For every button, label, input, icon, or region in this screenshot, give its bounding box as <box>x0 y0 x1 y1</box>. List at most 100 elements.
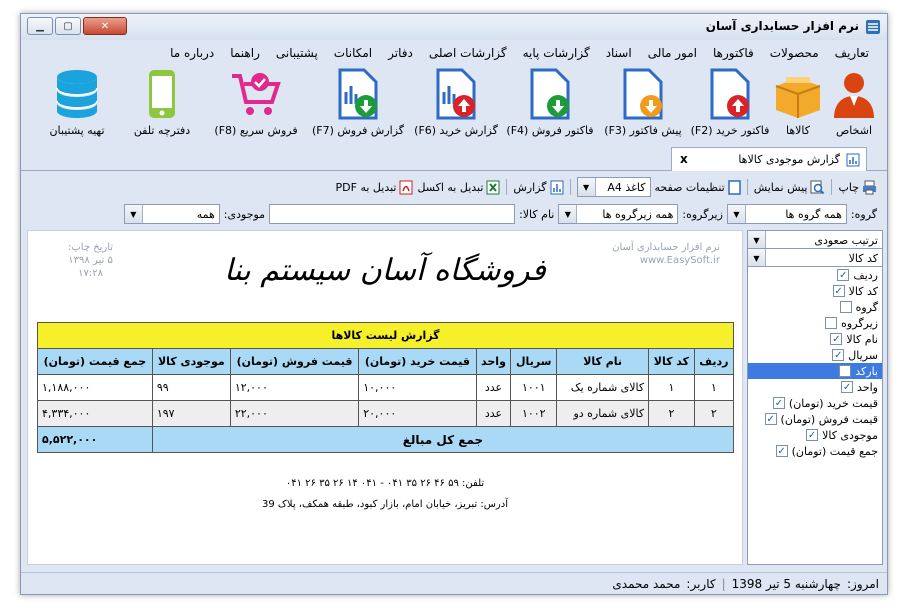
chevron-down-icon: ▼ <box>748 231 766 249</box>
sort-field-select[interactable]: کد کالا ▼ <box>747 248 883 268</box>
maximize-button[interactable]: ▢ <box>55 17 81 35</box>
checkbox[interactable]: ✓ <box>764 413 777 425</box>
column-option[interactable]: قیمت فروش (تومان) ✓ <box>748 411 882 427</box>
menu-documents[interactable]: اسناد <box>598 46 640 60</box>
page-settings-button[interactable]: تنظیمات صفحه <box>655 179 741 195</box>
chevron-down-icon: ▼ <box>748 249 766 267</box>
today-value: چهارشنبه 5 تیر 1398 <box>731 576 841 591</box>
page-icon <box>727 179 741 195</box>
column-option[interactable]: زیرگروه <box>748 315 882 331</box>
checkbox[interactable]: ✓ <box>830 333 843 345</box>
app-window: نرم افزار حسابداری آسان ▁ ▢ ✕ تعاریف محص… <box>20 13 888 595</box>
column-checklist: ردیف ✓ کد کالا ✓ گروه زیرگروه نام کالا ✓ سر… <box>747 266 883 565</box>
box-icon <box>775 77 821 118</box>
export-excel-button[interactable]: تبدیل به اکسل <box>417 180 500 195</box>
today-label: امروز: <box>846 576 879 591</box>
title-bar: نرم افزار حسابداری آسان ▁ ▢ ✕ <box>21 14 887 40</box>
tab-close-icon[interactable]: x <box>680 152 688 166</box>
subgroup-select[interactable]: همه زیرگروه ها ▼ <box>558 204 679 224</box>
menu-ledgers[interactable]: دفاتر <box>380 46 421 60</box>
preview-button[interactable]: پیش نمایش <box>754 180 826 195</box>
column-option[interactable]: گروه <box>748 299 882 315</box>
group-select[interactable]: همه گروه ها ▼ <box>726 204 847 224</box>
report-address: آدرس: تبریز، خیابان امام، بازار کبود، طب… <box>262 499 508 510</box>
table-row: ۲ ۲ کالای شماره دو ۱۰۰۲ عدد ۲۰,۰۰۰ ۲۲,۰۰… <box>37 400 735 427</box>
column-option[interactable]: واحد ✓ <box>748 379 882 395</box>
column-option[interactable]: کد کالا ✓ <box>748 283 882 299</box>
menu-finance[interactable]: امور مالی <box>640 46 705 60</box>
paper-size-select[interactable]: کاغذ A4 ▼ <box>576 177 651 197</box>
column-option[interactable]: موجودی کالا ✓ <box>748 427 882 443</box>
col-row: ردیف <box>693 348 735 375</box>
checkbox[interactable]: ✓ <box>775 445 788 457</box>
menu-basic-reports[interactable]: گزارشات پایه <box>515 46 598 60</box>
ribbon-sales-report-button[interactable]: گزارش فروش (F7) <box>312 64 404 144</box>
checkbox[interactable]: ✓ <box>832 285 845 297</box>
menu-support[interactable]: پشتیبانی <box>268 46 326 60</box>
chevron-down-icon: ▼ <box>577 178 596 196</box>
menu-definitions[interactable]: تعاریف <box>827 46 877 60</box>
report-phone: تلفن: ۵۹ ۴۶ ۲۶ ۳۵ ۰۴۱ - ۰۴۱ ۱۴ ۲۶ ۳۵ ۲۶ … <box>285 478 485 489</box>
column-option[interactable]: سریال ✓ <box>748 347 882 363</box>
chevron-down-icon: ▼ <box>727 205 746 223</box>
tab-stock-report[interactable]: گزارش موجودی کالاها x <box>671 147 867 171</box>
sort-order-select[interactable]: ترتیب صعودی ▼ <box>747 230 883 250</box>
tab-label: گزارش موجودی کالاها <box>738 153 840 166</box>
ribbon-proforma-button[interactable]: پیش فاکتور (F3) <box>603 64 683 144</box>
subgroup-label: زیرگروه: <box>682 207 723 221</box>
ribbon-persons-button[interactable]: اشخاص <box>829 64 879 144</box>
column-option[interactable]: نام کالا ✓ <box>748 331 882 347</box>
cart-icon <box>232 73 281 115</box>
ribbon-purchase-report-button[interactable]: گزارش خرید (F6) <box>414 64 498 144</box>
menu-help[interactable]: راهنما <box>222 46 268 60</box>
close-button[interactable]: ✕ <box>83 17 127 35</box>
stock-select[interactable]: همه ▼ <box>123 204 220 224</box>
menu-invoices[interactable]: فاکتورها <box>705 46 762 60</box>
checkbox[interactable] <box>839 365 852 377</box>
checkbox[interactable] <box>839 301 852 313</box>
checkbox[interactable]: ✓ <box>841 381 854 393</box>
window-title: نرم افزار حسابداری آسان <box>705 19 859 33</box>
table-caption: گزارش لیست کالاها <box>37 322 734 349</box>
menu-about[interactable]: درباره ما <box>162 46 222 60</box>
checkbox[interactable]: ✓ <box>832 349 845 361</box>
magnifier-icon <box>810 180 825 194</box>
ribbon-backup-button[interactable]: تهیه پشتیبان <box>39 64 115 144</box>
ribbon-phonebook-button[interactable]: دفترچه تلفن <box>125 64 199 144</box>
report-up-icon <box>436 68 476 120</box>
col-stock: موجودی کالا <box>151 348 231 375</box>
menu-main-reports[interactable]: گزارشات اصلی <box>421 46 515 60</box>
menu-products[interactable]: محصولات <box>762 46 827 60</box>
column-option[interactable]: ردیف ✓ <box>748 267 882 283</box>
ribbon-sales-invoice-button[interactable]: فاکتور فروش (F4) <box>506 64 594 144</box>
export-pdf-button[interactable]: تبدیل به PDF <box>336 180 414 195</box>
app-logo-icon <box>866 20 880 34</box>
minimize-button[interactable]: ▁ <box>27 17 53 35</box>
table-total-row: جمع کل مبالغ ۵,۵۲۲,۰۰۰ <box>37 426 735 453</box>
ribbon-goods-button[interactable]: کالاها <box>773 64 823 144</box>
column-option[interactable]: جمع قیمت (تومان) ✓ <box>748 443 882 459</box>
checkbox[interactable]: ✓ <box>772 397 785 409</box>
pdf-icon <box>399 180 413 194</box>
excel-icon <box>486 180 500 194</box>
report-down-icon <box>338 68 378 120</box>
menu-tools[interactable]: امکانات <box>326 46 380 60</box>
col-unit: واحد <box>475 348 512 375</box>
product-name-label: نام کالا: <box>519 207 555 221</box>
column-option[interactable]: قیمت خرید (تومان) ✓ <box>748 395 882 411</box>
product-name-input[interactable] <box>269 204 516 224</box>
ribbon-quick-sale-button[interactable]: فروش سریع (F8) <box>211 64 301 144</box>
ribbon-purchase-invoice-button[interactable]: فاکتور خرید (F2) <box>691 64 769 144</box>
checkbox[interactable] <box>825 317 838 329</box>
database-icon <box>56 70 98 118</box>
print-button[interactable]: چاپ <box>838 180 877 195</box>
column-option-selected[interactable]: بارکد <box>748 363 882 379</box>
group-label: گروه: <box>850 207 877 221</box>
checkbox[interactable]: ✓ <box>806 429 819 441</box>
report-icon <box>846 153 860 166</box>
report-preview: نرم افزار حسابداری آسان www.EasySoft.ir … <box>27 230 743 565</box>
checkbox[interactable]: ✓ <box>837 269 850 281</box>
status-bar: امروز: چهارشنبه 5 تیر 1398 | کاربر: محمد… <box>21 572 887 594</box>
report-button[interactable]: گزارش <box>513 180 564 195</box>
table-row: ۱ ۱ کالای شماره یک ۱۰۰۱ عدد ۱۰,۰۰۰ ۱۲,۰۰… <box>37 374 735 401</box>
